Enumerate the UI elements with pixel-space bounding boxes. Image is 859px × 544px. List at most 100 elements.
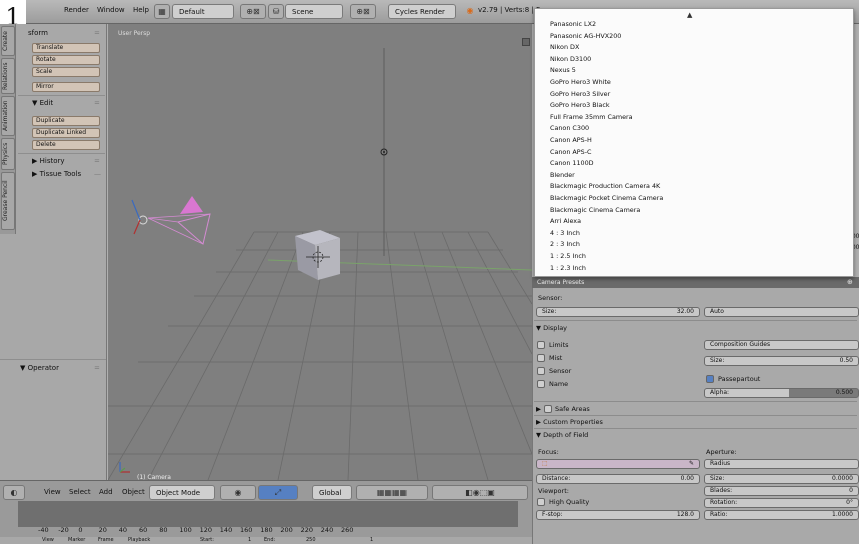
safe-areas-panel-header[interactable]: Safe Areas <box>555 405 590 413</box>
menu-window[interactable]: Window <box>97 6 125 14</box>
name-checkbox[interactable] <box>537 380 545 388</box>
viewport-expand-icon[interactable] <box>522 38 530 46</box>
end-value[interactable]: 250 <box>306 537 316 543</box>
menu-playback[interactable]: Playback <box>128 537 150 543</box>
add-remove-scene-icon[interactable]: ⊕⊠ <box>350 4 376 19</box>
timeline-strip[interactable] <box>18 501 518 527</box>
camera-presets-header[interactable]: Camera Presets <box>532 277 859 288</box>
add-remove-layout-icon[interactable]: ⊕⊠ <box>240 4 266 19</box>
add-preset-icon[interactable]: ⊕ <box>847 278 853 286</box>
tab-animation[interactable]: Animation <box>1 96 15 136</box>
ratio-field[interactable]: Ratio: 1.0000 <box>704 510 859 520</box>
safe-areas-expand-icon[interactable]: ▶ <box>536 405 541 413</box>
screen-layout-icon[interactable]: ▦ <box>154 4 170 19</box>
snap-render-icons[interactable]: ◧◉⬚▣ <box>432 485 528 500</box>
preset-item[interactable]: Nikon DX <box>550 43 579 51</box>
preset-item[interactable]: GoPro Hero3 Black <box>550 101 610 109</box>
safe-areas-checkbox[interactable] <box>544 405 552 413</box>
display-panel-header[interactable]: ▼ Display <box>536 324 567 332</box>
menu-add[interactable]: Add <box>99 488 113 496</box>
preset-item[interactable]: Panasonic LX2 <box>550 20 596 28</box>
operator-panel-header[interactable]: ▼ Operator <box>20 364 59 372</box>
preset-item[interactable]: Nexus 5 <box>550 66 576 74</box>
end-label[interactable]: End: <box>264 537 275 543</box>
alpha-slider[interactable]: Alpha: 0.500 <box>704 388 859 398</box>
scene-dropdown[interactable]: Scene <box>285 4 343 19</box>
menu-view[interactable]: View <box>42 537 54 543</box>
history-panel-header[interactable]: ▶ History <box>32 157 65 165</box>
start-value[interactable]: 1 <box>248 537 251 543</box>
manipulator-icons[interactable]: ⤢ <box>258 485 298 500</box>
panel-grip-icon[interactable]: — <box>94 170 101 178</box>
blades-field[interactable]: Blades: 0 <box>704 486 859 496</box>
menu-help[interactable]: Help <box>133 6 149 14</box>
menu-frame[interactable]: Frame <box>98 537 114 543</box>
mirror-button[interactable]: Mirror <box>32 82 100 92</box>
fstop-field[interactable]: F-stop: 128.0 <box>536 510 700 520</box>
preset-item[interactable]: Blender <box>550 171 575 179</box>
depth-of-field-panel-header[interactable]: ▼ Depth of Field <box>536 431 588 439</box>
current-frame-value[interactable]: 1 <box>370 537 373 543</box>
preset-item[interactable]: Blackmagic Production Camera 4K <box>550 182 660 190</box>
preset-item[interactable]: 2 : 3 Inch <box>550 240 580 248</box>
cube-object[interactable] <box>295 230 340 280</box>
tissue-tools-panel-header[interactable]: ▶ Tissue Tools <box>32 170 81 178</box>
scroll-up-arrow-icon[interactable]: ▲ <box>687 11 692 19</box>
menu-view[interactable]: View <box>44 488 61 496</box>
transform-panel-header[interactable]: sform <box>28 29 48 37</box>
editor-type-icon[interactable]: ◐ <box>3 485 25 500</box>
start-label[interactable]: Start: <box>200 537 214 543</box>
3d-viewport[interactable] <box>108 24 532 480</box>
shading-mode-icon[interactable]: ◉ <box>220 485 256 500</box>
preset-item[interactable]: Blackmagic Cinema Camera <box>550 206 640 214</box>
tab-relations[interactable]: Relations <box>1 58 15 94</box>
delete-button[interactable]: Delete <box>32 140 100 150</box>
sensor-size-field[interactable]: Size: 32.00 <box>536 307 700 317</box>
object-mode-dropdown[interactable]: Object Mode <box>149 485 215 500</box>
menu-marker[interactable]: Marker <box>68 537 85 543</box>
panel-grip-icon[interactable]: = <box>94 99 100 107</box>
preset-item[interactable]: Canon APS-H <box>550 136 592 144</box>
distance-field[interactable]: Distance: 0.00 <box>536 474 700 484</box>
preset-item[interactable]: Arri Alexa <box>550 217 581 225</box>
panel-grip-icon[interactable]: = <box>94 364 100 372</box>
tab-create[interactable]: Create <box>1 26 15 56</box>
preset-item[interactable]: 4 : 3 Inch <box>550 229 580 237</box>
aperture-size-field[interactable]: Size: 0.0000 <box>704 474 859 484</box>
scale-button[interactable]: Scale <box>32 67 100 77</box>
preset-item[interactable]: Blackmagic Pocket Cinema Camera <box>550 194 663 202</box>
preset-item[interactable]: 1 : 2.3 Inch <box>550 264 586 272</box>
preset-item[interactable]: GoPro Hero3 White <box>550 78 611 86</box>
edit-panel-header[interactable]: ▼ Edit <box>32 99 53 107</box>
preset-item[interactable]: Canon APS-C <box>550 148 591 156</box>
transform-gizmo[interactable] <box>131 199 141 235</box>
guide-size-field[interactable]: Size: 0.50 <box>704 356 859 366</box>
translate-button[interactable]: Translate <box>32 43 100 53</box>
menu-object[interactable]: Object <box>122 488 145 496</box>
duplicate-linked-button[interactable]: Duplicate Linked <box>32 128 100 138</box>
menu-select[interactable]: Select <box>69 488 91 496</box>
layer-buttons[interactable]: ▦▦▦▦ <box>356 485 428 500</box>
aperture-type-dropdown[interactable]: Radius <box>704 459 859 469</box>
transform-orientation-dropdown[interactable]: Global <box>312 485 352 500</box>
scene-icon[interactable]: ⛁ <box>268 4 284 19</box>
menu-render[interactable]: Render <box>64 6 89 14</box>
preset-item[interactable]: Panasonic AG-HVX200 <box>550 32 621 40</box>
custom-properties-panel-header[interactable]: ▶ Custom Properties <box>536 418 603 426</box>
mist-checkbox[interactable] <box>537 354 545 362</box>
preset-item[interactable]: Nikon D3100 <box>550 55 591 63</box>
panel-grip-icon[interactable]: = <box>94 29 100 37</box>
rotation-field[interactable]: Rotation: 0° <box>704 498 859 508</box>
sensor-checkbox[interactable] <box>537 367 545 375</box>
focus-object-field[interactable]: ⬚ ✎ <box>536 459 700 469</box>
tab-physics[interactable]: Physics <box>1 138 15 170</box>
camera-object[interactable] <box>138 196 211 245</box>
eyedropper-icon[interactable]: ✎ <box>689 460 694 468</box>
tab-grease-pencil[interactable]: Grease Pencil <box>1 172 15 230</box>
preset-item[interactable]: GoPro Hero3 Silver <box>550 90 610 98</box>
preset-item[interactable]: 1 : 2.5 Inch <box>550 252 586 260</box>
passepartout-checkbox[interactable] <box>706 375 714 383</box>
layout-dropdown[interactable]: Default <box>172 4 234 19</box>
limits-checkbox[interactable] <box>537 341 545 349</box>
preset-item[interactable]: Canon C300 <box>550 124 589 132</box>
